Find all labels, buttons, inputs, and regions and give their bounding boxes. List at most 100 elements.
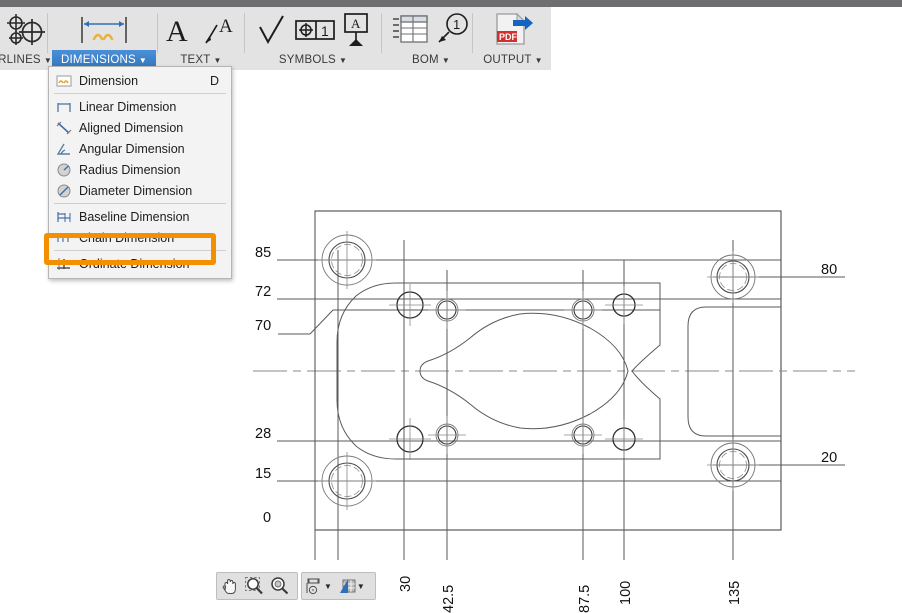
export-pdf-icon: PDF bbox=[491, 12, 535, 48]
hand-icon bbox=[220, 577, 239, 596]
dimension-icon bbox=[55, 73, 73, 89]
menu-separator bbox=[54, 93, 226, 94]
surface-finish-icon bbox=[256, 13, 288, 47]
menu-item-label: Radius Dimension bbox=[79, 163, 223, 177]
grid-triangle-icon bbox=[338, 577, 357, 596]
diameter-dimension-icon bbox=[55, 183, 73, 199]
ordinate-label-right-20: 20 bbox=[821, 450, 837, 466]
symbols-icons[interactable]: 1 A bbox=[256, 7, 370, 50]
linear-dimension-icon bbox=[55, 99, 73, 115]
menu-item-shortcut: D bbox=[210, 74, 223, 88]
ribbon-separator bbox=[157, 13, 158, 53]
menu-item-label: Chain Dimension bbox=[79, 231, 223, 245]
menu-item-label: Diameter Dimension bbox=[79, 184, 223, 198]
dimensions-icons[interactable] bbox=[74, 7, 134, 50]
ribbon-group-symbols[interactable]: 1 A SYMBOLS ▼ bbox=[246, 7, 380, 70]
svg-text:1: 1 bbox=[453, 17, 460, 32]
menu-item-dimension[interactable]: Dimension D bbox=[49, 70, 231, 91]
menu-item-label: Baseline Dimension bbox=[79, 210, 223, 224]
ribbon-group-text[interactable]: A A TEXT ▼ bbox=[160, 7, 242, 70]
menu-item-baseline-dimension[interactable]: Baseline Dimension bbox=[49, 206, 231, 227]
svg-text:PDF: PDF bbox=[499, 32, 518, 42]
output-label: OUTPUT bbox=[483, 50, 531, 70]
bom-label: BOM bbox=[412, 50, 439, 70]
display-option-group[interactable]: ▼ ▼ bbox=[301, 572, 376, 600]
menu-item-label: Aligned Dimension bbox=[79, 121, 223, 135]
ribbon-group-bom[interactable]: 1 BOM ▼ bbox=[383, 7, 479, 70]
centerlines-icons[interactable] bbox=[1, 7, 49, 50]
menu-separator bbox=[54, 250, 226, 251]
chevron-down-icon: ▼ bbox=[442, 57, 450, 65]
ordinate-label-left-28: 28 bbox=[255, 426, 271, 442]
ribbon-group-label-output[interactable]: OUTPUT ▼ bbox=[477, 50, 549, 70]
ordinate-label-left-72: 72 bbox=[255, 284, 271, 300]
menu-item-label: Dimension bbox=[79, 74, 210, 88]
ordinate-label-left-70: 70 bbox=[255, 318, 271, 334]
svg-text:1: 1 bbox=[321, 23, 329, 39]
bom-icons[interactable]: 1 bbox=[391, 7, 471, 50]
svg-text:A: A bbox=[166, 15, 188, 48]
ribbon-toolbar: RLINES ▼ DIMENSIONS ▼ A bbox=[0, 7, 551, 70]
ribbon-separator bbox=[47, 13, 48, 53]
menu-item-chain-dimension[interactable]: Chain Dimension bbox=[49, 227, 231, 248]
radius-dimension-icon bbox=[55, 162, 73, 178]
ordinate-label-left-85: 85 bbox=[255, 245, 271, 261]
pan-tool-button[interactable] bbox=[217, 574, 242, 598]
chevron-down-icon: ▼ bbox=[139, 57, 147, 65]
bottom-toolbar: ▼ ▼ bbox=[0, 572, 902, 602]
ribbon-separator bbox=[472, 13, 473, 53]
angular-dimension-icon bbox=[55, 141, 73, 157]
zoom-window-tool-button[interactable] bbox=[242, 574, 267, 598]
text-icon: A bbox=[163, 12, 197, 48]
menu-separator bbox=[54, 203, 226, 204]
ordinate-label-left-15: 15 bbox=[255, 466, 271, 482]
baseline-dimension-icon bbox=[55, 209, 73, 225]
svg-text:A: A bbox=[351, 16, 361, 31]
leader-text-icon: A bbox=[203, 12, 239, 48]
balloon-icon: 1 bbox=[435, 13, 471, 47]
ribbon-separator bbox=[244, 13, 245, 53]
menu-item-angular-dimension[interactable]: Angular Dimension bbox=[49, 138, 231, 159]
menu-item-diameter-dimension[interactable]: Diameter Dimension bbox=[49, 180, 231, 201]
feature-control-frame-icon: 1 bbox=[294, 13, 336, 47]
aligned-dimension-icon bbox=[55, 120, 73, 136]
bom-table-icon bbox=[391, 13, 429, 47]
menu-item-radius-dimension[interactable]: Radius Dimension bbox=[49, 159, 231, 180]
dimensions-dropdown-menu[interactable]: Dimension D Linear Dimension Aligned Dim… bbox=[48, 66, 232, 279]
chain-dimension-icon bbox=[55, 230, 73, 246]
ribbon-group-output[interactable]: PDF OUTPUT ▼ bbox=[474, 7, 552, 70]
chevron-down-icon: ▼ bbox=[214, 57, 222, 65]
menu-item-label: Angular Dimension bbox=[79, 142, 223, 156]
ribbon-separator bbox=[381, 13, 382, 53]
ribbon-group-label-bom[interactable]: BOM ▼ bbox=[406, 50, 456, 70]
settings-gear-icon bbox=[305, 577, 324, 596]
chevron-down-icon: ▼ bbox=[44, 57, 52, 65]
menu-item-label: Ordinate Dimension bbox=[79, 257, 223, 271]
ribbon-group-label-symbols[interactable]: SYMBOLS ▼ bbox=[273, 50, 353, 70]
ordinate-label-left-0: 0 bbox=[263, 510, 271, 526]
centerlines-icon bbox=[1, 12, 49, 48]
ordinate-label-right-80: 80 bbox=[821, 262, 837, 278]
chevron-down-icon[interactable]: ▼ bbox=[324, 582, 332, 591]
text-icons[interactable]: A A bbox=[163, 7, 239, 50]
window-title-bar bbox=[0, 0, 902, 7]
ordinate-dimension-icon bbox=[55, 256, 73, 272]
ribbon-group-centerlines[interactable]: RLINES ▼ bbox=[0, 7, 60, 70]
view-tool-group[interactable] bbox=[216, 572, 298, 600]
dimension-tool-icon bbox=[74, 13, 134, 47]
magnifier-icon bbox=[269, 576, 290, 596]
output-icons[interactable]: PDF bbox=[491, 7, 535, 50]
centerlines-label: RLINES bbox=[0, 50, 41, 70]
menu-item-aligned-dimension[interactable]: Aligned Dimension bbox=[49, 117, 231, 138]
menu-item-ordinate-dimension[interactable]: Ordinate Dimension bbox=[49, 253, 231, 274]
magnifier-window-icon bbox=[244, 576, 265, 596]
datum-feature-icon: A bbox=[342, 12, 370, 48]
chevron-down-icon[interactable]: ▼ bbox=[357, 582, 365, 591]
svg-text:A: A bbox=[219, 16, 233, 37]
chevron-down-icon: ▼ bbox=[535, 57, 543, 65]
menu-item-label: Linear Dimension bbox=[79, 100, 223, 114]
zoom-tool-button[interactable] bbox=[267, 574, 292, 598]
ribbon-group-dimensions[interactable]: DIMENSIONS ▼ bbox=[52, 7, 156, 70]
menu-item-linear-dimension[interactable]: Linear Dimension bbox=[49, 96, 231, 117]
symbols-label: SYMBOLS bbox=[279, 50, 336, 70]
